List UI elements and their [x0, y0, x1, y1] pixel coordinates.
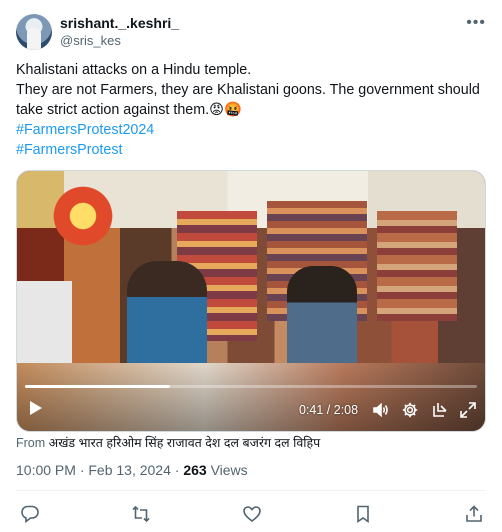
hashtag-link[interactable]: #FarmersProtest2024 — [16, 120, 486, 140]
video-frame[interactable] — [17, 171, 485, 431]
reply-icon[interactable] — [20, 504, 40, 524]
share-icon[interactable] — [464, 504, 484, 524]
tweet-text-line: They are not Farmers, they are Khalistan… — [16, 82, 480, 98]
video-progress-bar[interactable] — [25, 385, 477, 388]
bookmark-icon[interactable] — [353, 504, 373, 524]
author-handle[interactable]: @sris_kes — [60, 33, 121, 48]
action-bar — [0, 500, 502, 524]
hashtag-link[interactable]: #FarmersProtest — [16, 140, 486, 160]
tweet-meta: 10:00 PM · Feb 13, 2024 · 263 Views — [16, 462, 248, 478]
avatar[interactable] — [16, 14, 52, 50]
video-time: 0:41 / 2:08 — [299, 403, 359, 417]
source-name-link[interactable]: अखंड भारत हरिओम सिंह राजावत देश दल बजरंग… — [49, 436, 321, 450]
views-count: 263 — [183, 462, 207, 478]
author-display-name[interactable]: srishant._.keshri_ — [60, 15, 179, 31]
volume-icon[interactable] — [372, 401, 390, 419]
tweet-text: Khalistani attacks on a Hindu temple. Th… — [16, 60, 486, 160]
divider — [16, 490, 486, 491]
views-label: Views — [206, 462, 248, 478]
tweet-text-line: Khalistani attacks on a Hindu temple. — [16, 62, 252, 78]
gear-icon[interactable] — [401, 401, 419, 419]
heart-icon[interactable] — [242, 504, 262, 524]
source-attribution: From अखंड भारत हरिओम सिंह राजावत देश दल … — [16, 434, 320, 451]
tweet-text-line: take strict action against them.😡🤬 — [16, 102, 242, 118]
retweet-icon[interactable] — [131, 504, 151, 524]
more-icon[interactable]: ••• — [466, 14, 486, 32]
tweet-card: srishant._.keshri_ @sris_kes ••• Khalist… — [0, 0, 502, 532]
tweet-timestamp[interactable]: 10:00 PM · Feb 13, 2024 · — [16, 462, 183, 478]
video-player[interactable]: 0:41 / 2:08 — [16, 170, 486, 432]
popout-icon[interactable] — [431, 401, 449, 419]
source-prefix: From — [16, 436, 46, 450]
play-icon[interactable] — [29, 400, 43, 416]
fullscreen-icon[interactable] — [459, 401, 477, 419]
video-progress-fill — [25, 385, 170, 388]
